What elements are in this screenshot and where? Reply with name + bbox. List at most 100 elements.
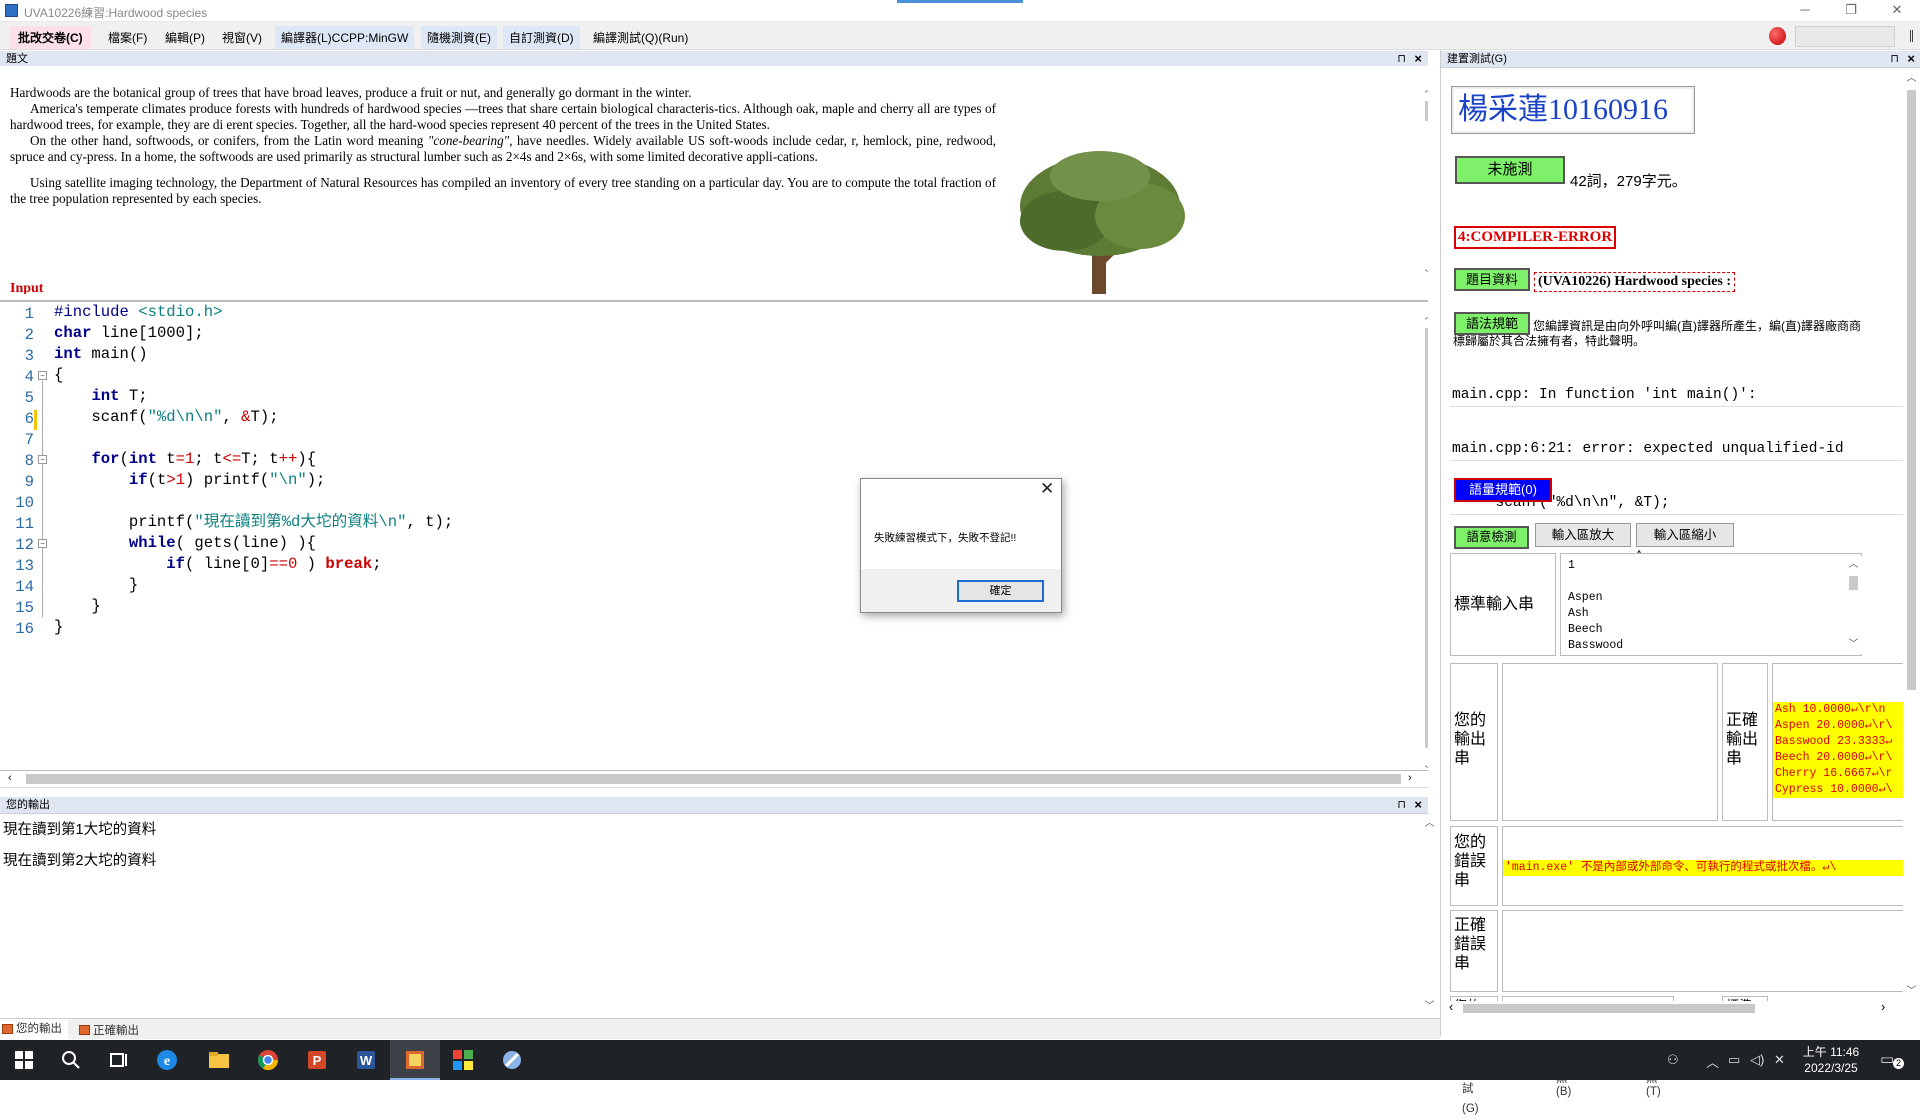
correct-output-label: 正確 輸出 串 (1726, 712, 1759, 767)
notification-icon[interactable]: ▭ (1880, 1050, 1894, 1068)
menu-compiler[interactable]: 編譯器(L)CCPP:MinGW (275, 26, 415, 49)
output-pane[interactable]: 現在讀到第1大坨的資料 現在讀到第2大坨的資料 ︿ ﹀ (0, 815, 1438, 1018)
volume-icon[interactable]: ◁) (1750, 1052, 1764, 1068)
scroll-left-icon[interactable]: ‹ (1449, 999, 1453, 1014)
code-editor[interactable]: 1 2 3 4 5 6 7 8 9 10 11 12 13 14 15 16 −… (0, 300, 1428, 771)
input-method-icon[interactable]: ✕ (1774, 1052, 1785, 1068)
chrome-icon[interactable] (256, 1048, 280, 1072)
your-error-box[interactable]: 'main.exe' 不是內部或外部命令、可執行的程式或批次檔。↵\ (1502, 826, 1920, 906)
tab-correct-output[interactable]: 正確輸出 (77, 1022, 139, 1038)
people-icon[interactable]: ⚇ (1667, 1052, 1679, 1068)
output-scrollbar[interactable]: ︿ ﹀ (1421, 815, 1438, 1015)
apple-field[interactable] (1795, 26, 1895, 47)
hscroll-thumb[interactable] (1463, 1004, 1755, 1013)
svg-text:W: W (360, 1053, 373, 1068)
menu-bar: 批改交卷(C) 檔案(F) 編輯(P) 視窗(V) 編譯器(L)CCPP:Min… (0, 22, 1920, 50)
output-line: 現在讀到第1大坨的資料 (3, 822, 157, 838)
compiler-output: main.cpp: In function 'int main()': main… (1450, 353, 1920, 565)
hscroll-thumb[interactable] (26, 774, 1401, 784)
fold-toggle-icon[interactable]: − (38, 539, 47, 548)
task-view-icon[interactable] (107, 1048, 131, 1072)
pin-icon[interactable]: ⊓ (1397, 51, 1406, 67)
scroll-up-icon[interactable]: ︿ (1903, 70, 1920, 87)
file-explorer-icon[interactable] (207, 1048, 231, 1072)
minimize-button[interactable]: ─ (1782, 0, 1828, 22)
paint-app-icon[interactable] (500, 1048, 524, 1072)
toolbar-grip-icon[interactable] (1910, 30, 1913, 42)
rightpane-hscrollbar[interactable]: ‹ › (1441, 999, 1907, 1015)
chevron-up-icon[interactable]: ︿ (1706, 1052, 1719, 1071)
correct-output-box[interactable]: Ash 10.0000↵\r\n Aspen 20.0000↵\r\ Basswoo… (1772, 663, 1920, 821)
app-icon[interactable] (403, 1048, 427, 1072)
dialog-close-button[interactable]: ✕ (1040, 479, 1054, 499)
colorful-app-icon[interactable] (451, 1048, 475, 1072)
scroll-up-icon[interactable]: ︿ (1421, 308, 1429, 325)
correct-error-box[interactable] (1502, 910, 1920, 992)
scroll-thumb[interactable] (1907, 90, 1916, 690)
line-number: 15 (15, 599, 34, 617)
bottom-tab-bar: 您的輸出 正確輸出 建置測試(G) 您的小黑(B) 標準小黑(T) (0, 1018, 1661, 1115)
menu-view[interactable]: 視窗(V) (222, 29, 262, 46)
word-icon[interactable]: W (354, 1048, 378, 1072)
scroll-down-icon[interactable]: ﹀ (1903, 983, 1920, 1000)
your-output-box[interactable] (1502, 663, 1718, 821)
scroll-right-icon[interactable]: › (1881, 999, 1885, 1014)
taskbar: e P W ⚇ ︿ ▭ ◁) ✕ 上午 11:46 2022/3/25 ▭ 2 (0, 1040, 1920, 1080)
title-bar: UVA10226練習:Hardwood species ─ ❐ ✕ (0, 0, 1920, 22)
restore-button[interactable]: ❐ (1828, 0, 1874, 22)
pin-icon[interactable]: ⊓ (1890, 51, 1899, 67)
scroll-thumb[interactable] (1425, 101, 1428, 121)
fold-toggle-icon[interactable]: − (38, 371, 47, 380)
pin-icon[interactable]: ⊓ (1397, 797, 1406, 813)
powerpoint-icon[interactable]: P (305, 1048, 329, 1072)
scroll-down-icon[interactable]: ﹀ (1421, 763, 1429, 770)
source-code[interactable]: #include <stdio.h> char line[1000]; int … (54, 302, 453, 638)
editor-hscrollbar[interactable]: ‹ › (0, 771, 1428, 788)
line-number: 10 (15, 494, 34, 512)
scroll-left-icon[interactable]: ‹ (8, 772, 12, 784)
clock[interactable]: 上午 11:46 2022/3/25 (1796, 1044, 1866, 1076)
scroll-down-icon[interactable]: ﹀ (1845, 636, 1862, 653)
std-input-scrollbar[interactable]: ︿ ﹀ (1845, 556, 1862, 654)
problem-info-button[interactable]: 題目資料 (1454, 268, 1530, 291)
dialog-ok-button[interactable]: 確定 (957, 580, 1044, 602)
scroll-down-icon[interactable]: ﹀ (1421, 267, 1429, 284)
vocab-rules-button[interactable]: 語量規範(0) (1454, 478, 1552, 502)
scroll-up-icon[interactable]: ︿ (1421, 81, 1429, 98)
menu-compile-run[interactable]: 編譯測試(Q)(Run) (593, 29, 688, 46)
scroll-thumb[interactable] (1849, 576, 1858, 590)
editor-scrollbar[interactable]: ︿ ﹀ (1421, 308, 1429, 770)
fold-toggle-icon[interactable]: − (38, 455, 47, 464)
problem-scrollbar[interactable]: ︿ ﹀ (1421, 81, 1428, 286)
close-window-button[interactable]: ✕ (1874, 0, 1920, 22)
scroll-down-icon[interactable]: ﹀ (1421, 998, 1438, 1015)
semantic-check-button[interactable]: 語意檢測 (1454, 526, 1529, 549)
scroll-thumb[interactable] (1425, 328, 1428, 748)
menu-edit[interactable]: 編輯(P) (165, 29, 205, 46)
apple-icon[interactable] (1769, 27, 1786, 45)
menu-random-test[interactable]: 隨機測資(E) (421, 26, 497, 49)
menu-custom-test[interactable]: 自訂測資(D) (503, 26, 580, 49)
close-icon[interactable]: × (1907, 51, 1915, 67)
close-icon[interactable]: × (1414, 797, 1422, 813)
edge-icon[interactable]: e (155, 1048, 179, 1072)
correct-error-label: 正確 錯誤 串 (1454, 917, 1487, 972)
problem-paragraph: On the other hand, softwoods, or conifer… (10, 133, 996, 164)
scroll-up-icon[interactable]: ︿ (1845, 556, 1862, 573)
menu-submit[interactable]: 批改交卷(C) (10, 26, 91, 49)
search-icon[interactable] (59, 1048, 83, 1072)
scroll-right-icon[interactable]: › (1408, 772, 1412, 784)
rightpane-scrollbar[interactable]: ︿ ﹀ (1903, 70, 1920, 1000)
windows-start-icon[interactable] (12, 1048, 36, 1072)
compiler-notice: 您編譯資訊是由向外呼叫編(直)譯器所產生，編(直)譯器廠商商 標歸屬於其合法擁有… (1453, 319, 1861, 348)
network-icon[interactable]: ▭ (1728, 1052, 1740, 1068)
enlarge-input-button[interactable]: 輸入區放大 (1535, 523, 1631, 547)
status-button[interactable]: 未施測 (1455, 156, 1565, 184)
scroll-up-icon[interactable]: ︿ (1421, 815, 1438, 832)
shrink-input-button[interactable]: 輸入區縮小 (1636, 523, 1734, 547)
tab-your-output[interactable]: 您的輸出 (0, 1019, 68, 1039)
menu-file[interactable]: 檔案(F) (108, 29, 147, 46)
close-icon[interactable]: × (1414, 51, 1422, 67)
correct-output-text: Ash 10.0000↵\r\n Aspen 20.0000↵\r\ Basswoo… (1773, 702, 1920, 798)
line-number: 4 (24, 368, 34, 386)
